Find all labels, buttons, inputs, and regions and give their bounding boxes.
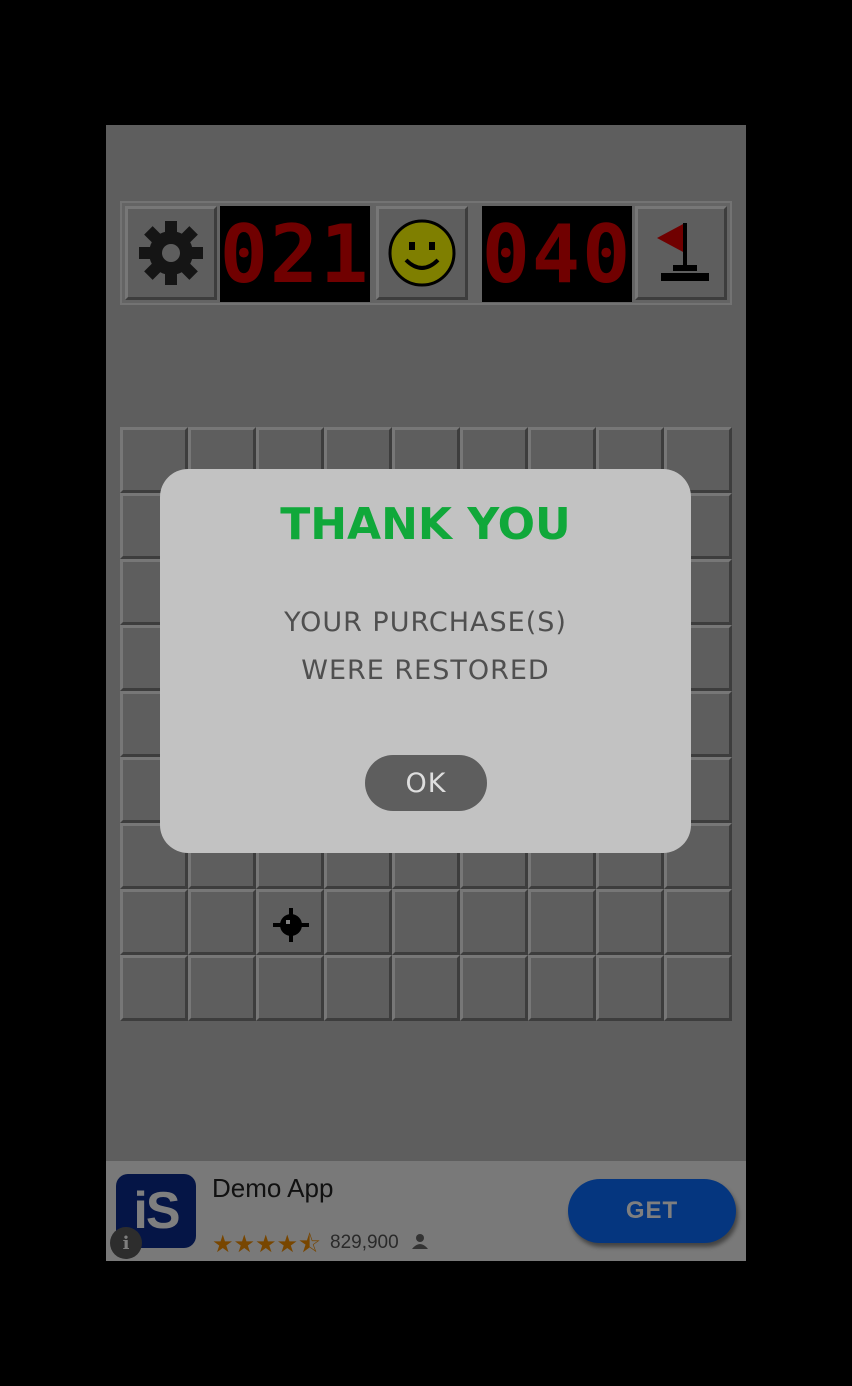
- dialog-title: THANK YOU: [280, 499, 571, 550]
- dialog-message-line-1: YOUR PURCHASE(S): [284, 607, 567, 638]
- dialog-message-line-2: WERE RESTORED: [301, 655, 550, 686]
- ok-button[interactable]: OK: [365, 755, 487, 811]
- purchase-restored-dialog: THANK YOU YOUR PURCHASE(S) WERE RESTORED…: [160, 469, 691, 853]
